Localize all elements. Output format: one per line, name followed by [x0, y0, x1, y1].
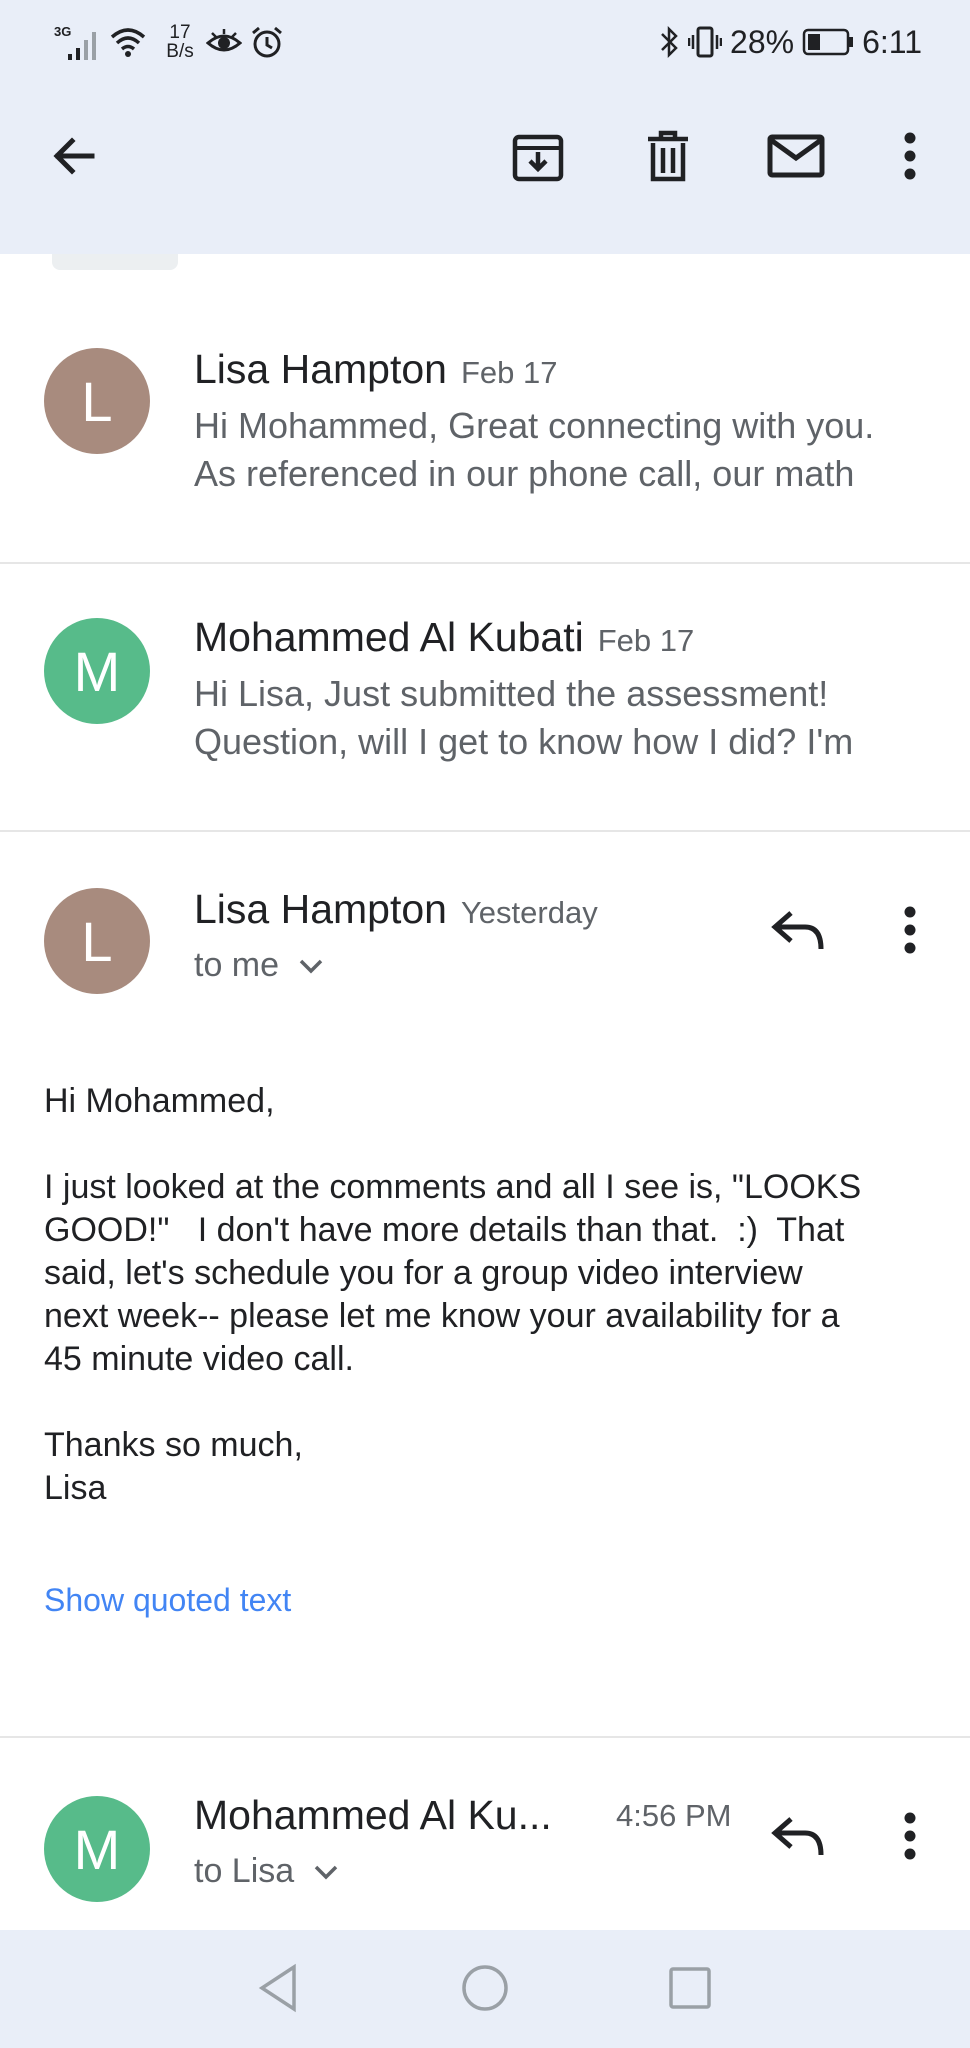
status-left: 3G 17 B/s	[54, 18, 284, 66]
recipient-details-toggle[interactable]: to Lisa	[194, 1852, 338, 1891]
speed-unit: B/s	[166, 41, 194, 62]
avatar-letter: L	[81, 369, 113, 433]
collapsed-message[interactable]: L Lisa Hampton Feb 17 Hi Mohammed, Great …	[0, 254, 970, 562]
bluetooth-icon	[661, 25, 678, 59]
avatar[interactable]: L	[44, 348, 150, 454]
network-speed: 17 B/s	[162, 23, 198, 61]
mark-unread-button[interactable]	[760, 120, 832, 192]
nav-recents-button[interactable]	[654, 1952, 726, 2024]
nav-back-button[interactable]	[242, 1952, 314, 2024]
delete-icon	[648, 130, 688, 182]
more-vert-icon	[904, 132, 916, 180]
status-right: 28% 6:11	[658, 18, 922, 66]
body-line: Thanks so much,	[44, 1426, 303, 1464]
sender-line: Lisa Hampton Yesterday	[194, 886, 598, 933]
avatar-letter: M	[73, 639, 121, 703]
message-header[interactable]: M Mohammed Al Ku... 4:56 PM to Lisa	[0, 1738, 970, 1930]
message-snippet: Hi Mohammed, Great connecting with you. …	[194, 402, 944, 498]
reply-icon	[771, 911, 824, 950]
app-bar	[0, 84, 970, 254]
body-line: next week-- please let me know your avai…	[44, 1297, 840, 1335]
sender-line: Mohammed Al Kubati Feb 17	[194, 614, 694, 661]
nav-home-icon	[462, 1965, 508, 2011]
reply-button[interactable]	[762, 1800, 834, 1872]
archive-icon	[512, 134, 564, 182]
back-button[interactable]	[38, 120, 110, 192]
message-more-button[interactable]	[874, 1800, 946, 1872]
reply-button[interactable]	[762, 894, 834, 966]
message-date: Yesterday	[460, 895, 598, 930]
snippet-line: As referenced in our phone call, our mat…	[194, 453, 855, 494]
wifi-icon	[110, 28, 146, 57]
more-vert-icon	[904, 906, 916, 954]
sender-name: Lisa Hampton	[194, 886, 447, 932]
recipient-label: to Lisa	[194, 1852, 295, 1890]
recipient-label: to me	[194, 946, 280, 984]
nav-recents-icon	[669, 1967, 711, 2009]
delete-button[interactable]	[632, 120, 704, 192]
message-time: 4:56 PM	[616, 1798, 732, 1833]
signal-icon: 3G	[54, 22, 100, 62]
snippet-line: Question, will I get to know how I did? …	[194, 721, 854, 762]
message-date: Feb 17	[460, 355, 558, 390]
body-line: GOOD!" I don't have more details than th…	[44, 1211, 845, 1249]
battery-icon	[802, 28, 854, 56]
message-snippet: Hi Lisa, Just submitted the assessment! …	[194, 670, 944, 766]
clock: 6:11	[862, 23, 922, 60]
eye-icon	[206, 29, 242, 52]
message-date: Feb 17	[597, 623, 695, 658]
recipient-details-toggle[interactable]: to me	[194, 946, 323, 985]
body-line: said, let's schedule you for a group vid…	[44, 1254, 803, 1292]
sender-line: Mohammed Al Ku...	[194, 1792, 552, 1839]
thread-content: L Lisa Hampton Feb 17 Hi Mohammed, Great …	[0, 254, 970, 1930]
mark-unread-icon	[767, 134, 825, 178]
avatar[interactable]: L	[44, 888, 150, 994]
archive-button[interactable]	[502, 120, 574, 192]
status-bar: 3G 17 B/s 28% 6:11	[0, 0, 970, 84]
show-quoted-text-link[interactable]: Show quoted text	[44, 1582, 291, 1619]
nav-back-icon	[258, 1963, 296, 2013]
avatar-letter: M	[73, 1817, 121, 1881]
more-vert-icon	[904, 1812, 916, 1860]
alarm-icon	[252, 26, 282, 58]
chevron-down-icon	[314, 1865, 338, 1879]
nav-home-button[interactable]	[449, 1952, 521, 2024]
message-body: Hi Mohammed, I just looked at the commen…	[44, 1080, 934, 1510]
sender-name: Mohammed Al Ku...	[194, 1792, 552, 1838]
speed-value: 17	[169, 22, 191, 43]
body-line: 45 minute video call.	[44, 1340, 354, 1378]
message-more-button[interactable]	[874, 894, 946, 966]
avatar-letter: L	[81, 909, 113, 973]
reply-icon	[771, 1817, 824, 1856]
snippet-line: Hi Lisa, Just submitted the assessment!	[194, 673, 829, 714]
body-line: I just looked at the comments and all I …	[44, 1168, 862, 1206]
body-line: Hi Mohammed,	[44, 1082, 275, 1120]
avatar[interactable]: M	[44, 1796, 150, 1902]
vibrate-icon	[688, 26, 723, 58]
chevron-down-icon	[299, 959, 323, 973]
sender-name: Lisa Hampton	[194, 346, 447, 392]
sender-line: Lisa Hampton Feb 17	[194, 346, 557, 393]
collapsed-message[interactable]: M Mohammed Al Kubati Feb 17 Hi Lisa, Just…	[0, 564, 970, 830]
more-options-button[interactable]	[874, 120, 946, 192]
snippet-line: Hi Mohammed, Great connecting with you.	[194, 405, 875, 446]
body-line: Lisa	[44, 1469, 107, 1507]
back-arrow-icon	[53, 137, 95, 175]
system-nav-bar	[0, 1930, 970, 2048]
avatar[interactable]: M	[44, 618, 150, 724]
sender-name: Mohammed Al Kubati	[194, 614, 584, 660]
battery-percent: 28%	[730, 23, 795, 60]
